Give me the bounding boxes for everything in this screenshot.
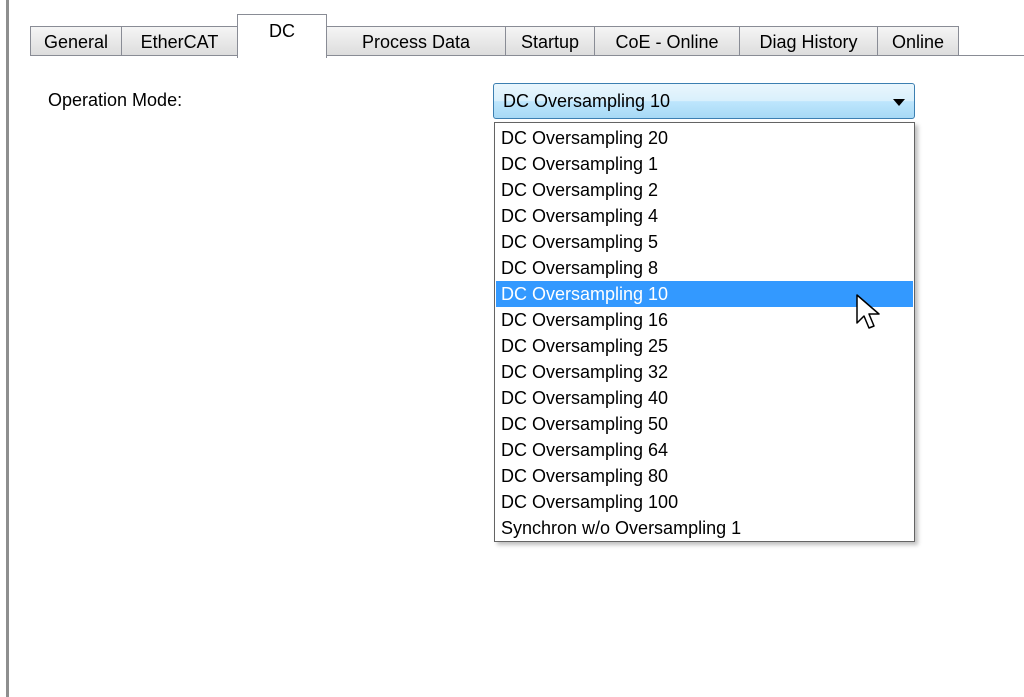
tab-dc[interactable]: DC	[237, 14, 327, 58]
option-dc-oversampling-5[interactable]: DC Oversampling 5	[496, 229, 913, 255]
option-dc-oversampling-40[interactable]: DC Oversampling 40	[496, 385, 913, 411]
option-dc-oversampling-25[interactable]: DC Oversampling 25	[496, 333, 913, 359]
tab-ethercat[interactable]: EtherCAT	[121, 26, 238, 56]
option-dc-oversampling-20[interactable]: DC Oversampling 20	[496, 125, 913, 151]
option-dc-oversampling-1[interactable]: DC Oversampling 1	[496, 151, 913, 177]
operation-mode-dropdown-list: DC Oversampling 20 DC Oversampling 1 DC …	[494, 122, 915, 542]
option-dc-oversampling-32[interactable]: DC Oversampling 32	[496, 359, 913, 385]
tab-general[interactable]: General	[30, 26, 122, 56]
option-dc-oversampling-64[interactable]: DC Oversampling 64	[496, 437, 913, 463]
option-dc-oversampling-4[interactable]: DC Oversampling 4	[496, 203, 913, 229]
tab-process-data[interactable]: Process Data	[326, 26, 506, 56]
option-dc-oversampling-100[interactable]: DC Oversampling 100	[496, 489, 913, 515]
option-dc-oversampling-50[interactable]: DC Oversampling 50	[496, 411, 913, 437]
operation-mode-combobox[interactable]: DC Oversampling 10	[493, 83, 915, 119]
mouse-pointer-icon	[856, 294, 880, 329]
window-left-border	[6, 0, 9, 697]
tab-diag-history[interactable]: Diag History	[739, 26, 878, 56]
dc-settings-panel: General EtherCAT DC Process Data Startup…	[0, 0, 1024, 697]
operation-mode-label: Operation Mode:	[48, 90, 183, 110]
option-dc-oversampling-2[interactable]: DC Oversampling 2	[496, 177, 913, 203]
tab-online[interactable]: Online	[877, 26, 959, 56]
tab-coe-online[interactable]: CoE - Online	[594, 26, 740, 56]
tab-startup[interactable]: Startup	[505, 26, 595, 56]
operation-mode-value: DC Oversampling 10	[503, 91, 671, 111]
option-dc-oversampling-8[interactable]: DC Oversampling 8	[496, 255, 913, 281]
option-dc-oversampling-16[interactable]: DC Oversampling 16	[496, 307, 913, 333]
option-synchron-wo-oversampling-1[interactable]: Synchron w/o Oversampling 1	[496, 515, 913, 541]
chevron-down-icon[interactable]	[893, 99, 905, 106]
option-dc-oversampling-80[interactable]: DC Oversampling 80	[496, 463, 913, 489]
option-dc-oversampling-10[interactable]: DC Oversampling 10	[496, 281, 913, 307]
tab-content-border	[30, 55, 1024, 56]
